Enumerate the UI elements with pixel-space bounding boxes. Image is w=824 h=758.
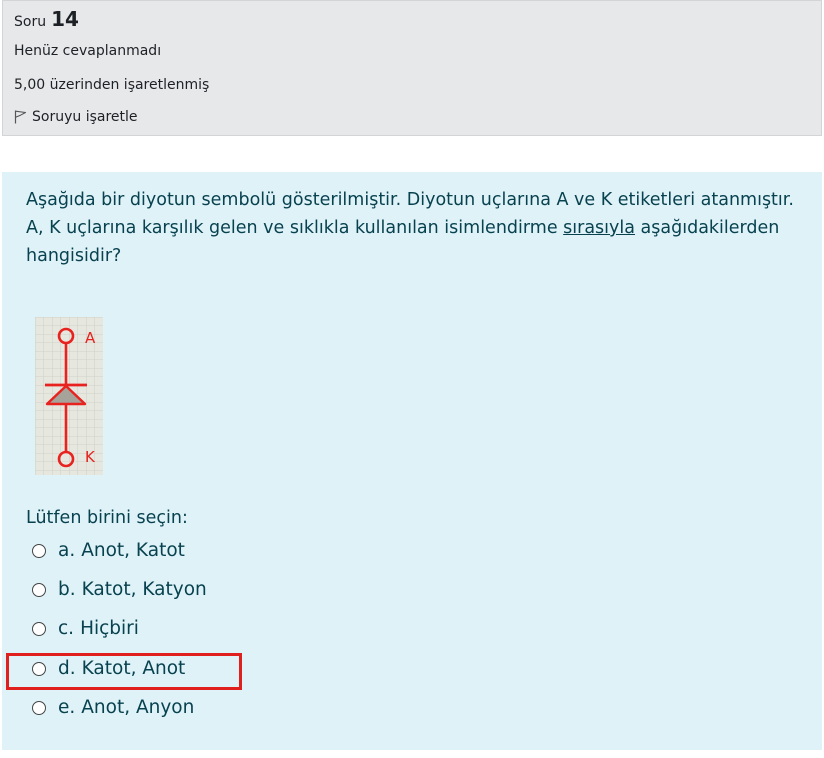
question-number-value: 14: [51, 7, 79, 31]
answer-option-a[interactable]: a. Anot, Katot: [32, 540, 185, 561]
option-letter: b.: [58, 579, 76, 600]
question-mark: 5,00 üzerinden işaretlenmiş: [14, 77, 210, 93]
question-text-underlined: sırasıyla: [563, 218, 635, 238]
option-text: Anot, Katot: [81, 540, 185, 561]
option-letter: e.: [58, 697, 76, 718]
answer-option-b[interactable]: b. Katot, Katyon: [32, 579, 207, 600]
option-text: Anot, Anyon: [81, 697, 195, 718]
question-text: Aşağıda bir diyotun sembolü gösterilmişt…: [26, 186, 806, 270]
question-content: Aşağıda bir diyotun sembolü gösterilmişt…: [2, 172, 822, 750]
question-status: Henüz cevaplanmadı: [14, 43, 162, 59]
answer-prompt: Lütfen birini seçin:: [26, 508, 188, 528]
answer-option-c[interactable]: c. Hiçbiri: [32, 618, 139, 639]
question-number: Soru 14: [14, 7, 79, 31]
radio-button-a[interactable]: [32, 543, 46, 558]
diagram-label-a: A: [85, 329, 96, 347]
answer-highlight-box: [6, 653, 242, 690]
diagram-label-k: K: [85, 448, 96, 466]
flag-icon: [14, 110, 27, 124]
radio-button-c[interactable]: [32, 621, 46, 636]
option-letter: a.: [58, 540, 76, 561]
radio-button-e[interactable]: [32, 700, 46, 715]
option-text: Katot, Katyon: [81, 579, 207, 600]
answer-option-e[interactable]: e. Anot, Anyon: [32, 697, 194, 718]
option-letter: c.: [58, 618, 75, 639]
question-info-panel: Soru 14 Henüz cevaplanmadı 5,00 üzerinde…: [2, 0, 822, 136]
radio-button-b[interactable]: [32, 582, 46, 597]
option-text: Hiçbiri: [80, 618, 139, 639]
flag-question-label: Soruyu işaretle: [32, 109, 138, 125]
flag-question-link[interactable]: Soruyu işaretle: [14, 109, 138, 125]
diode-symbol-diagram: A K: [35, 317, 103, 475]
question-number-label: Soru: [14, 14, 47, 30]
